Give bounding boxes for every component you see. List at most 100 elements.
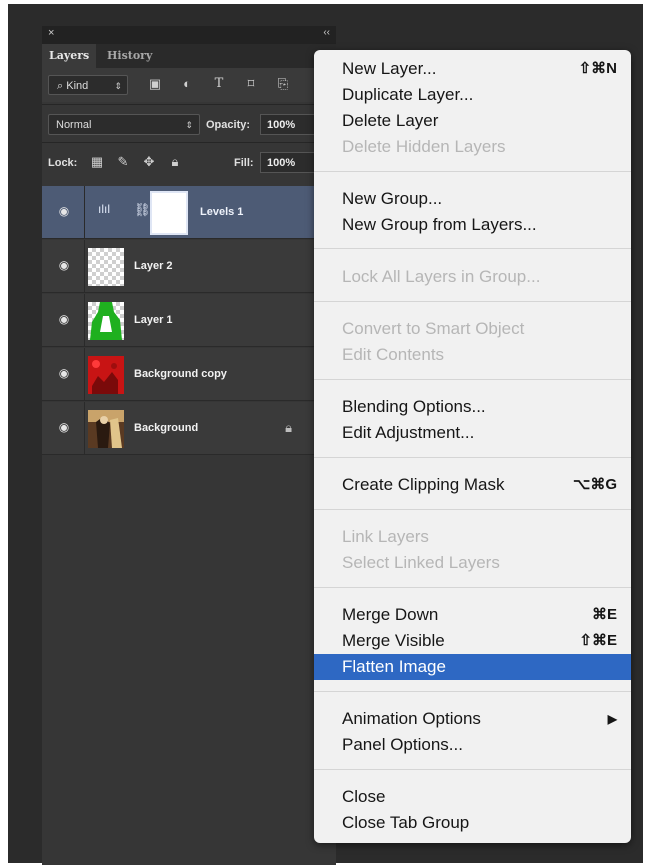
chain-link-icon[interactable]: ⛓︎ (134, 202, 151, 218)
visibility-eye-icon[interactable]: ◉ (56, 205, 72, 217)
green-silhouette-image (90, 302, 122, 340)
lock-row: Lock: ▦ ✎ ✥ 🔒︎ Fill: 100% (42, 148, 336, 178)
smart-object-filter-icon[interactable]: ⎘ (276, 77, 290, 91)
type-layer-filter-icon[interactable]: T (212, 77, 226, 91)
menu-item-new-layer[interactable]: New Layer... ⇧⌘N (314, 56, 631, 82)
divider (84, 348, 85, 401)
layer-mask-thumbnail[interactable] (150, 191, 188, 235)
menu-item-label: Duplicate Layer... (342, 85, 474, 104)
fill-field[interactable]: 100% (260, 152, 318, 173)
adjustment-layer-filter-icon[interactable]: ◐ (180, 77, 194, 91)
menu-item-close-tab-group[interactable]: Close Tab Group (314, 810, 631, 836)
panel-tabs: Layers History (42, 44, 336, 68)
submenu-arrow-icon: ▶ (607, 712, 617, 726)
layer-row-layer-2[interactable]: ◉ Layer 2 (42, 240, 336, 293)
divider (42, 104, 336, 105)
photo-image (88, 410, 124, 448)
menu-separator (314, 301, 631, 302)
close-panel-icon[interactable]: × (48, 27, 54, 39)
divider (84, 186, 85, 239)
menu-separator (314, 769, 631, 770)
blend-mode-select[interactable]: Normal ⇕ (48, 114, 200, 135)
layer-name[interactable]: Layer 1 (134, 294, 173, 347)
panel-title-bar: × ‹‹ (42, 26, 336, 44)
menu-item-shortcut: ⇧⌘N (578, 60, 617, 77)
opacity-field[interactable]: 100% (260, 114, 318, 135)
layer-thumbnail (88, 356, 124, 394)
opacity-label: Opacity: (206, 119, 251, 131)
visibility-eye-icon[interactable]: ◉ (56, 421, 72, 433)
menu-item-label: New Group from Layers... (342, 215, 537, 234)
shape-layer-filter-icon[interactable]: ⌑ (244, 77, 258, 91)
red-texture-image (88, 356, 124, 394)
lock-image-pixels-icon[interactable]: ✎ (116, 155, 130, 169)
divider (84, 240, 85, 293)
menu-item-label: Animation Options (342, 709, 481, 728)
filter-kind-select[interactable]: ⌕ Kind ⇕ (48, 75, 128, 95)
tab-layers[interactable]: Layers (42, 44, 97, 68)
lock-position-icon[interactable]: ✥ (142, 155, 156, 169)
layer-row-levels-1[interactable]: ◉ ılıl ⛓︎ Levels 1 (42, 186, 336, 239)
visibility-eye-icon[interactable]: ◉ (56, 313, 72, 325)
menu-item-merge-visible[interactable]: Merge Visible ⇧⌘E (314, 628, 631, 654)
menu-item-label: Select Linked Layers (342, 553, 500, 572)
menu-item-label: Close Tab Group (342, 813, 470, 832)
menu-item-lock-all-layers-in-group: Lock All Layers in Group... (314, 264, 631, 290)
layer-name[interactable]: Layer 2 (134, 240, 173, 293)
lock-label: Lock: (48, 157, 78, 169)
menu-item-shortcut: ⌥⌘G (573, 476, 617, 493)
menu-item-duplicate-layer[interactable]: Duplicate Layer... (314, 82, 631, 108)
tab-history[interactable]: History (100, 44, 159, 68)
layer-thumbnail (88, 302, 124, 340)
visibility-eye-icon[interactable]: ◉ (56, 259, 72, 271)
menu-item-animation-options[interactable]: Animation Options ▶ (314, 706, 631, 732)
menu-item-shortcut: ⇧⌘E (579, 632, 617, 649)
menu-item-label: Edit Contents (342, 345, 445, 364)
visibility-eye-icon[interactable]: ◉ (56, 367, 72, 379)
menu-item-create-clipping-mask[interactable]: Create Clipping Mask ⌥⌘G (314, 472, 631, 498)
menu-item-merge-down[interactable]: Merge Down ⌘E (314, 602, 631, 628)
pixel-layer-filter-icon[interactable]: ▣ (148, 77, 162, 91)
menu-item-edit-contents: Edit Contents (314, 342, 631, 368)
layer-lock-icon[interactable]: 🔒︎ (285, 420, 292, 436)
menu-item-label: Close (342, 787, 386, 806)
blend-row: Normal ⇕ Opacity: 100% (42, 110, 336, 140)
menu-item-label: New Layer... (342, 59, 437, 78)
menu-item-edit-adjustment[interactable]: Edit Adjustment... (314, 420, 631, 446)
divider (84, 294, 85, 347)
divider (84, 402, 85, 455)
chevron-updown-icon: ⇕ (114, 81, 122, 91)
levels-adjustment-icon: ılıl (98, 202, 110, 216)
menu-item-label: Panel Options... (342, 735, 463, 754)
chevron-updown-icon: ⇕ (185, 120, 193, 130)
search-icon: ⌕ (57, 80, 64, 92)
layer-name[interactable]: Background (134, 402, 198, 455)
menu-item-label: Flatten Image (342, 657, 446, 676)
menu-separator (314, 509, 631, 510)
menu-item-label: Delete Hidden Layers (342, 137, 506, 156)
menu-item-new-group[interactable]: New Group... (314, 186, 631, 212)
layer-name[interactable]: Background copy (134, 348, 227, 401)
menu-item-label: New Group... (342, 189, 443, 208)
menu-item-flatten-image[interactable]: Flatten Image (314, 654, 631, 680)
layer-thumbnail (88, 410, 124, 448)
lock-all-icon[interactable]: 🔒︎ (168, 155, 182, 169)
filter-kind-label: Kind (66, 80, 89, 92)
menu-item-label: Edit Adjustment... (342, 423, 475, 442)
layer-thumbnail (88, 248, 124, 286)
menu-item-delete-layer[interactable]: Delete Layer (314, 108, 631, 134)
menu-item-panel-options[interactable]: Panel Options... (314, 732, 631, 758)
layer-row-background[interactable]: ◉ Background 🔒︎ (42, 402, 336, 455)
menu-item-label: Link Layers (342, 527, 429, 546)
menu-separator (314, 379, 631, 380)
layer-row-layer-1[interactable]: ◉ Layer 1 (42, 294, 336, 347)
menu-separator (314, 248, 631, 249)
layer-name[interactable]: Levels 1 (200, 186, 243, 239)
menu-item-new-group-from-layers[interactable]: New Group from Layers... (314, 212, 631, 238)
lock-transparent-pixels-icon[interactable]: ▦ (90, 155, 104, 169)
layer-row-background-copy[interactable]: ◉ Background copy (42, 348, 336, 401)
menu-item-blending-options[interactable]: Blending Options... (314, 394, 631, 420)
collapse-panel-icon[interactable]: ‹‹ (323, 27, 330, 38)
menu-separator (314, 691, 631, 692)
menu-item-close[interactable]: Close (314, 784, 631, 810)
